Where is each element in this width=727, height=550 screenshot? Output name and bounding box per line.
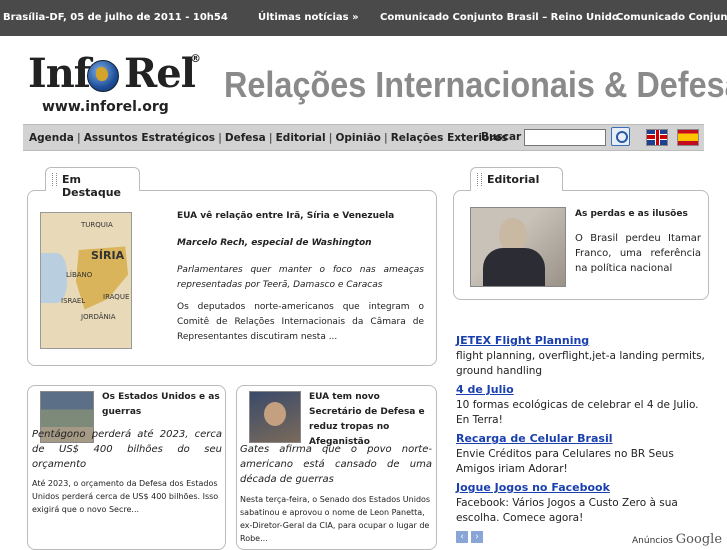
destaque-body: Os deputados norte-americanos que integr… bbox=[177, 302, 424, 342]
nav-item-agenda[interactable]: Agenda bbox=[29, 132, 74, 144]
card1-lead: Pentágono perderá até 2023, cerca de US$… bbox=[32, 429, 222, 470]
search-input[interactable] bbox=[524, 129, 606, 146]
date-time: Brasília-DF, 05 de julho de 2011 - 10h54 bbox=[3, 12, 228, 23]
syria-map-image[interactable]: TURQUIA SÍRIA LÍBANO ISRAEL IRAQUE JORDÂ… bbox=[40, 212, 132, 349]
destaque-headline[interactable]: EUA vê relação entre Irã, Síria e Venezu… bbox=[177, 209, 427, 224]
spanish-flag-icon[interactable] bbox=[677, 129, 699, 146]
tab-em-destaque[interactable]: Em Destaque bbox=[45, 167, 140, 199]
ad-description: 10 formas ecológicas de celebrar el 4 de… bbox=[456, 399, 699, 426]
tab-editorial[interactable]: Editorial bbox=[470, 167, 563, 191]
ad-title[interactable]: Jogue Jogos no Facebook bbox=[456, 481, 610, 494]
inforel-logo[interactable]: Inf Rel ® www.inforel.org bbox=[28, 50, 203, 116]
ad-title[interactable]: Recarga de Celular Brasil bbox=[456, 432, 613, 445]
nav-item-defesa[interactable]: Defesa bbox=[225, 132, 266, 144]
main-nav: Agenda | Assuntos Estratégicos | Defesa | Edit… bbox=[23, 124, 704, 151]
card2-body: Nesta terça-feira, o Senado dos Estados … bbox=[240, 495, 431, 543]
search-label: Buscar bbox=[481, 131, 522, 143]
card1-body: Até 2023, o orçamento da Defesa dos Esta… bbox=[32, 479, 219, 514]
nav-items: Agenda | Assuntos Estratégicos | Defesa | Edit… bbox=[29, 132, 508, 144]
site-title: Relações Internacionais & Defesa bbox=[224, 64, 727, 105]
nav-item-opiniao[interactable]: Opinião bbox=[335, 132, 380, 144]
panetta-photo[interactable] bbox=[249, 391, 301, 443]
news-ticker-item[interactable]: Comunicado Conjunto bbox=[616, 12, 727, 23]
ad-title[interactable]: JETEX Flight Planning bbox=[456, 334, 589, 347]
map-label-turquia: TURQUIA bbox=[81, 221, 113, 229]
top-news-bar: Brasília-DF, 05 de julho de 2011 - 10h54… bbox=[0, 0, 727, 36]
nav-item-editorial[interactable]: Editorial bbox=[276, 132, 326, 144]
ad-description: Envie Créditos para Celulares no BR Seus… bbox=[456, 448, 674, 475]
site-header: Inf Rel ® www.inforel.org Relações Intern… bbox=[0, 36, 727, 124]
destaque-author: Marcelo Rech, especial de Washington bbox=[177, 238, 372, 248]
editorial-headline[interactable]: As perdas e as ilusões bbox=[575, 207, 705, 222]
ad-title[interactable]: 4 de Julio bbox=[456, 383, 514, 396]
destaque-lead: Parlamentares quer manter o foco nas ame… bbox=[177, 265, 424, 290]
editorial-photo[interactable] bbox=[470, 207, 566, 287]
ads-next-icon[interactable]: › bbox=[471, 531, 483, 543]
ads-prev-icon[interactable]: ‹ bbox=[456, 531, 468, 543]
search-button[interactable] bbox=[611, 127, 630, 146]
globe-icon bbox=[87, 60, 119, 92]
map-label-libano: LÍBANO bbox=[66, 271, 93, 279]
map-label-siria: SÍRIA bbox=[91, 249, 125, 262]
card2-headline[interactable]: EUA tem novo Secretário de Defesa e redu… bbox=[309, 390, 433, 450]
registered-mark: ® bbox=[190, 52, 201, 65]
editorial-body: O Brasil perdeu Itamar Franco, uma refer… bbox=[575, 233, 701, 274]
ad-description: flight planning, overflight,jet-a landin… bbox=[456, 350, 705, 377]
english-flag-icon[interactable] bbox=[646, 129, 668, 146]
logo-url: www.inforel.org bbox=[42, 99, 169, 115]
map-label-israel: ISRAEL bbox=[61, 297, 86, 305]
news-ticker-item[interactable]: Comunicado Conjunto Brasil – Reino Unido bbox=[380, 12, 619, 23]
nav-item-assuntos-estrategicos[interactable]: Assuntos Estratégicos bbox=[84, 132, 215, 144]
card2-lead: Gates afirma que o povo norte-americano … bbox=[240, 444, 432, 485]
card1-headline[interactable]: Os Estados Unidos e as guerras bbox=[102, 390, 220, 420]
map-label-iraque: IRAQUE bbox=[103, 293, 130, 301]
ad-description: Facebook: Vários Jogos a Custo Zero à su… bbox=[456, 497, 678, 524]
map-label-jordania: JORDÂNIA bbox=[81, 313, 116, 321]
ultimas-noticias-link[interactable]: Últimas notícias » bbox=[258, 12, 359, 23]
